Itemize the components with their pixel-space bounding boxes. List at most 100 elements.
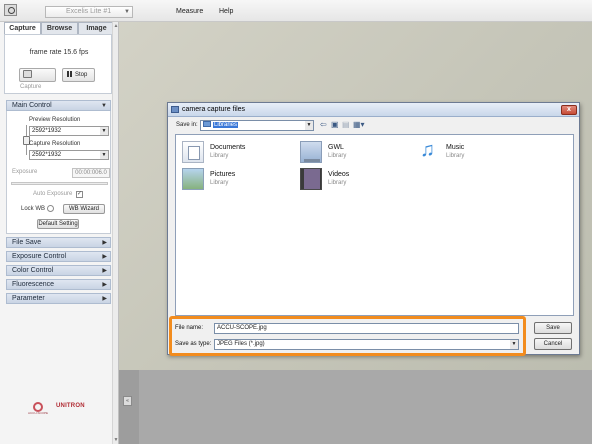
music-icon (418, 139, 440, 163)
chevron-down-icon: ▼ (305, 121, 313, 130)
wb-wizard-button[interactable]: WB Wizard (63, 204, 105, 214)
list-item-gwl[interactable]: GWL Library (300, 141, 430, 165)
new-folder-icon[interactable]: ▤ (342, 121, 350, 129)
videos-icon (300, 168, 322, 190)
chevron-right-icon: ▶ (102, 282, 107, 288)
close-button[interactable]: x (561, 105, 577, 115)
stop-button[interactable]: Stop (62, 68, 95, 82)
exposure-input[interactable]: 00:00:006.0 (72, 168, 110, 178)
libraries-folder-icon (203, 121, 211, 128)
brand-logos: ACCU-SCOPE UNITRON (28, 402, 98, 418)
item-type: Library (328, 180, 347, 186)
view-menu-icon[interactable]: ▦▾ (353, 121, 365, 129)
item-name: Pictures (210, 171, 236, 178)
save-in-label: Save in: (176, 122, 198, 128)
default-setting-button[interactable]: Default Setting (37, 219, 79, 229)
section-color-control[interactable]: Color Control ▶ (6, 265, 111, 276)
capture-area: frame rate 15.6 fps Capture Stop (4, 34, 112, 94)
chevron-down-icon: ▼ (100, 151, 108, 159)
frame-rate-text: frame rate 15.6 fps (29, 49, 89, 56)
item-name: Videos (328, 171, 350, 178)
item-name: Music (446, 144, 465, 151)
lock-wb-radio[interactable] (47, 205, 54, 212)
preview-resolution-label: Preview Resolution (29, 117, 81, 123)
chevron-right-icon: ▶ (102, 254, 107, 260)
left-panel: Capture Browse Image frame rate 15.6 fps… (0, 22, 119, 444)
chevron-right-icon: ▶ (102, 296, 107, 302)
auto-exposure-label: Auto Exposure (33, 191, 73, 197)
save-button[interactable]: Save (534, 322, 572, 334)
list-item-pictures[interactable]: Pictures Library (182, 168, 312, 192)
section-file-save[interactable]: File Save ▶ (6, 237, 111, 248)
tab-browse[interactable]: Browse (41, 22, 78, 34)
chevron-down-icon: ▼ (101, 103, 107, 109)
top-bar: Excelis Lite #1 ▼ Measure Help (0, 0, 592, 22)
dialog-titlebar: camera capture files x (168, 103, 579, 117)
exposure-slider[interactable] (11, 182, 108, 185)
collapse-panel-icon[interactable]: « (123, 396, 132, 406)
preview-resolution-value: 2592*1932 (32, 128, 62, 134)
section-main-control[interactable]: Main Control ▼ (6, 100, 111, 111)
section-parameter[interactable]: Parameter ▶ (6, 293, 111, 304)
capture-button[interactable]: Capture (19, 68, 56, 90)
section-label: Parameter (12, 295, 45, 302)
capture-resolution-select[interactable]: 2592*1932 ▼ (29, 150, 109, 160)
capture-resolution-value: 2592*1932 (32, 152, 62, 158)
preview-footer: « (119, 370, 592, 444)
window-icon (171, 106, 179, 113)
dialog-title: camera capture files (182, 106, 246, 113)
chevron-down-icon: ▼ (124, 9, 130, 15)
accu-scope-logo: ACCU-SCOPE (28, 402, 48, 416)
lock-wb-label: Lock WB (21, 206, 46, 212)
save-dialog: camera capture files x Save in: Librarie… (167, 102, 580, 356)
cancel-button[interactable]: Cancel (534, 338, 572, 350)
unitron-logo: UNITRON (56, 403, 85, 409)
item-name: Documents (210, 144, 246, 151)
list-item-documents[interactable]: Documents Library (182, 141, 312, 165)
item-type: Library (446, 153, 465, 159)
auto-exposure-checkbox[interactable]: ✓ (76, 191, 83, 198)
tab-image[interactable]: Image (78, 22, 115, 34)
section-main-control-label: Main Control (12, 102, 52, 109)
tab-capture[interactable]: Capture (4, 22, 41, 34)
list-item-videos[interactable]: Videos Library (300, 168, 430, 192)
list-item-music[interactable]: Music Library (418, 139, 548, 165)
section-label: Color Control (12, 267, 54, 274)
save-in-select[interactable]: Libraries ▼ (200, 120, 314, 131)
stop-button-label: Stop (75, 72, 88, 78)
documents-icon (182, 141, 204, 163)
item-type: Library (328, 153, 347, 159)
up-folder-icon[interactable]: ▣ (331, 121, 339, 129)
main-control-body: Preview Resolution 2592*1932 ▼ Capture R… (6, 111, 111, 234)
panel-scrollbar[interactable]: ▲ ▼ (112, 22, 118, 444)
pictures-icon (182, 168, 204, 190)
device-select-value: Excelis Lite #1 (66, 8, 112, 15)
highlight-box (169, 316, 526, 356)
back-icon[interactable]: ⇦ (320, 121, 327, 129)
section-label: Fluorescence (12, 281, 55, 288)
section-label: File Save (12, 239, 42, 246)
camera-icon (23, 70, 32, 79)
exposure-label: Exposure (12, 169, 38, 175)
capture-resolution-label: Capture Resolution (29, 141, 81, 147)
menu-help[interactable]: Help (219, 8, 233, 15)
chevron-right-icon: ▶ (102, 240, 107, 246)
pause-icon (67, 71, 72, 78)
chevron-down-icon: ▼ (100, 127, 108, 135)
section-fluorescence[interactable]: Fluorescence ▶ (6, 279, 111, 290)
section-exposure-control[interactable]: Exposure Control ▶ (6, 251, 111, 262)
panel-tabs: Capture Browse Image (4, 22, 115, 34)
capture-button-label: Capture (20, 84, 42, 90)
menu-measure[interactable]: Measure (176, 8, 203, 15)
item-type: Library (210, 180, 229, 186)
item-name: GWL (328, 144, 344, 151)
gwl-icon (300, 141, 322, 163)
chevron-right-icon: ▶ (102, 268, 107, 274)
file-list[interactable]: Documents Library GWL Library Music Libr… (175, 134, 574, 316)
device-select[interactable]: Excelis Lite #1 ▼ (45, 6, 133, 18)
item-type: Library (210, 153, 229, 159)
preview-resolution-select[interactable]: 2592*1932 ▼ (29, 126, 109, 136)
save-in-value: Libraries (213, 122, 239, 128)
section-label: Exposure Control (12, 253, 67, 260)
app-camera-icon[interactable] (4, 4, 17, 16)
